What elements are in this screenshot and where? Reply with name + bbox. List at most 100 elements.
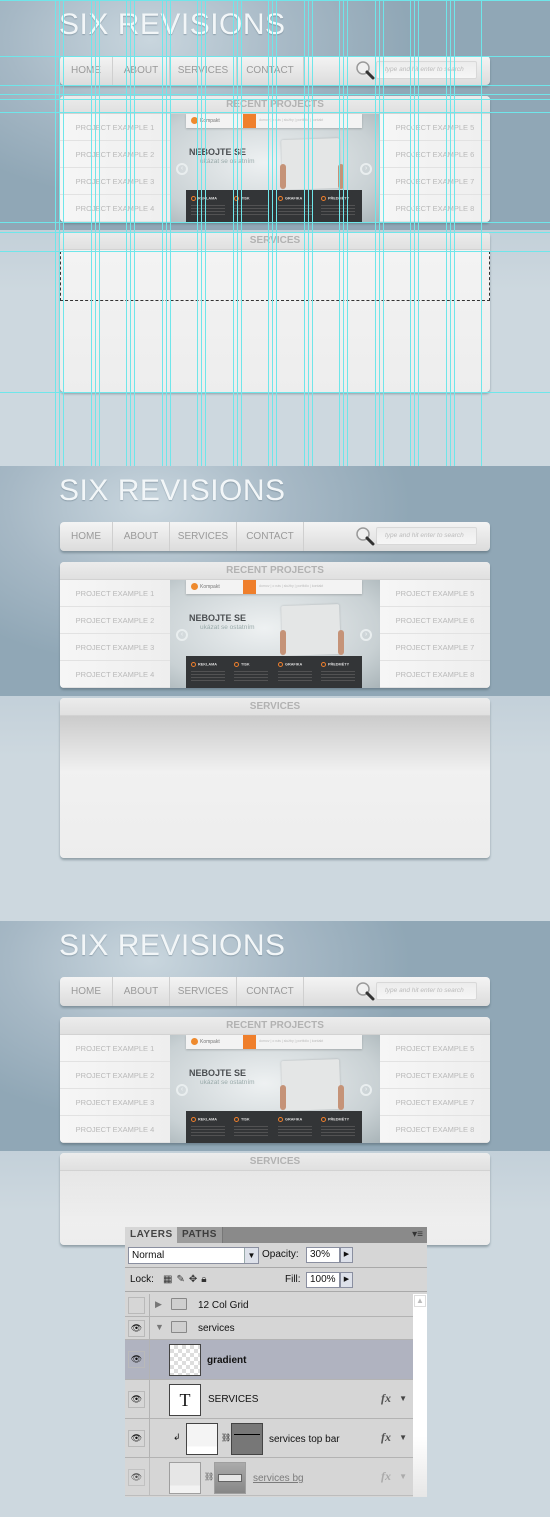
slider-prev-button[interactable]: ‹ [176,629,188,641]
fx-expand-icon[interactable]: ▼ [399,1433,407,1442]
slider-logo-text: Kompakt [200,583,220,590]
layer-row-gradient[interactable]: 👁︎ gradient [125,1340,413,1380]
fx-expand-icon[interactable]: ▼ [399,1394,407,1403]
recent-projects-panel: RECENT PROJECTS PROJECT EXAMPLE 1 PROJEC… [60,96,490,222]
clipping-mask-icon: ↲ [173,1432,181,1442]
project-link[interactable]: PROJECT EXAMPLE 6 [380,607,490,634]
fx-icon[interactable]: fx [381,1391,391,1406]
opacity-slider-toggle[interactable]: ▶ [340,1247,353,1263]
nav-about[interactable]: ABOUT [113,977,170,1006]
nav-contact[interactable]: CONTACT [237,56,304,85]
project-link[interactable]: PROJECT EXAMPLE 7 [380,168,490,195]
lock-position-icon[interactable]: ✥ [189,1274,201,1285]
chevron-down-icon[interactable]: ▼ [244,1248,258,1263]
expand-arrow-icon[interactable]: ▶ [155,1299,162,1310]
slider-feature: TISK [234,1117,250,1122]
slider-next-button[interactable]: › [360,629,372,641]
project-link[interactable]: PROJECT EXAMPLE 2 [60,607,170,634]
fill-input[interactable]: 100% [306,1272,340,1288]
eye-icon[interactable]: 👁︎ [128,1391,145,1408]
project-link[interactable]: PROJECT EXAMPLE 4 [60,195,170,222]
fx-icon[interactable]: fx [381,1430,391,1445]
nav-contact[interactable]: CONTACT [237,522,304,551]
lock-all-icon[interactable]: 🔒︎ [201,1274,210,1285]
project-link[interactable]: PROJECT EXAMPLE 1 [60,114,170,141]
nav-home[interactable]: HOME [60,977,113,1006]
slider-site-logo: Kompakt [191,1038,220,1045]
slider-subheadline: ukázat se ostatním [200,158,255,165]
nav-home[interactable]: HOME [60,56,113,85]
nav-services[interactable]: SERVICES [170,977,237,1006]
slider-prev-button[interactable]: ‹ [176,163,188,175]
layer-row-services[interactable]: 👁︎ ▼ services [125,1317,413,1340]
project-link[interactable]: PROJECT EXAMPLE 1 [60,580,170,607]
project-link[interactable]: PROJECT EXAMPLE 5 [380,1035,490,1062]
project-link[interactable]: PROJECT EXAMPLE 4 [60,661,170,688]
eye-icon[interactable]: 👁︎ [128,1351,145,1368]
project-link[interactable]: PROJECT EXAMPLE 2 [60,1062,170,1089]
slider-feature-bar: REKLAMA TISK GRAFIKA PŘEDMĚTY [186,1111,362,1143]
project-link[interactable]: PROJECT EXAMPLE 6 [380,141,490,168]
eye-icon[interactable]: 👁︎ [128,1469,145,1486]
project-link[interactable]: PROJECT EXAMPLE 3 [60,1089,170,1116]
project-link[interactable]: PROJECT EXAMPLE 4 [60,1116,170,1143]
visibility-toggle-empty[interactable] [128,1297,145,1314]
project-link[interactable]: PROJECT EXAMPLE 1 [60,1035,170,1062]
panel-tabs: LAYERS PATHS ▾≡ [125,1227,427,1243]
eye-icon[interactable]: 👁︎ [128,1430,145,1447]
layer-row-12-col-grid[interactable]: ▶ 12 Col Grid [125,1294,413,1317]
lock-label: Lock: [130,1274,154,1285]
site-logo[interactable]: SIX REVISIONS [59,8,286,42]
layer-row-services-bg[interactable]: 👁︎ ⛓︎ services bg fx ▼ [125,1458,413,1496]
layers-scrollbar[interactable]: ▲ [413,1294,427,1497]
nav-contact[interactable]: CONTACT [237,977,304,1006]
slider-headline: NEBOJTE SE [189,613,247,623]
slider-next-button[interactable]: › [360,163,372,175]
fx-expand-icon[interactable]: ▼ [399,1472,407,1481]
lock-image-icon[interactable]: ✎ [176,1274,188,1285]
search-input[interactable]: type and hit enter to search [376,527,477,545]
project-link[interactable]: PROJECT EXAMPLE 8 [380,661,490,688]
slider-site-logo: Kompakt [191,583,220,590]
nav-services[interactable]: SERVICES [170,522,237,551]
project-link[interactable]: PROJECT EXAMPLE 6 [380,1062,490,1089]
search-icon[interactable] [355,981,375,1001]
tab-layers[interactable]: LAYERS [125,1227,178,1243]
panel-menu-icon[interactable]: ▾≡ [412,1229,423,1240]
site-logo[interactable]: SIX REVISIONS [59,474,286,508]
project-link[interactable]: PROJECT EXAMPLE 8 [380,195,490,222]
search-icon[interactable] [355,526,375,546]
nav-home[interactable]: HOME [60,522,113,551]
site-logo[interactable]: SIX REVISIONS [59,929,286,963]
nav-about[interactable]: ABOUT [113,522,170,551]
scroll-up-icon[interactable]: ▲ [414,1295,426,1307]
eye-icon[interactable]: 👁︎ [128,1320,145,1337]
slider-next-button[interactable]: › [360,1084,372,1096]
feature-text [191,1126,225,1136]
blend-mode-select[interactable]: Normal ▼ [128,1247,259,1264]
slider-prev-button[interactable]: ‹ [176,1084,188,1096]
feature-text [278,671,312,681]
nav-services[interactable]: SERVICES [170,56,237,85]
project-link[interactable]: PROJECT EXAMPLE 5 [380,580,490,607]
lock-transparency-icon[interactable]: ▦ [163,1274,176,1285]
project-link[interactable]: PROJECT EXAMPLE 7 [380,634,490,661]
project-link[interactable]: PROJECT EXAMPLE 5 [380,114,490,141]
tab-paths[interactable]: PATHS [177,1227,223,1243]
layer-row-services-top-bar[interactable]: 👁︎ ↲ ⛓︎ services top bar fx ▼ [125,1419,413,1458]
project-link[interactable]: PROJECT EXAMPLE 7 [380,1089,490,1116]
opacity-input[interactable]: 30% [306,1247,340,1263]
search-input[interactable]: type and hit enter to search [376,982,477,1000]
fill-slider-toggle[interactable]: ▶ [340,1272,353,1288]
layer-thumbnail [186,1423,218,1455]
search-icon[interactable] [355,60,375,80]
project-link[interactable]: PROJECT EXAMPLE 3 [60,634,170,661]
search-input[interactable]: type and hit enter to search [376,61,477,79]
fx-icon[interactable]: fx [381,1469,391,1484]
layer-row-services-text[interactable]: 👁︎ T SERVICES fx ▼ [125,1380,413,1419]
project-link[interactable]: PROJECT EXAMPLE 8 [380,1116,490,1143]
nav-about[interactable]: ABOUT [113,56,170,85]
collapse-arrow-icon[interactable]: ▼ [155,1322,164,1332]
project-link[interactable]: PROJECT EXAMPLE 2 [60,141,170,168]
project-link[interactable]: PROJECT EXAMPLE 3 [60,168,170,195]
